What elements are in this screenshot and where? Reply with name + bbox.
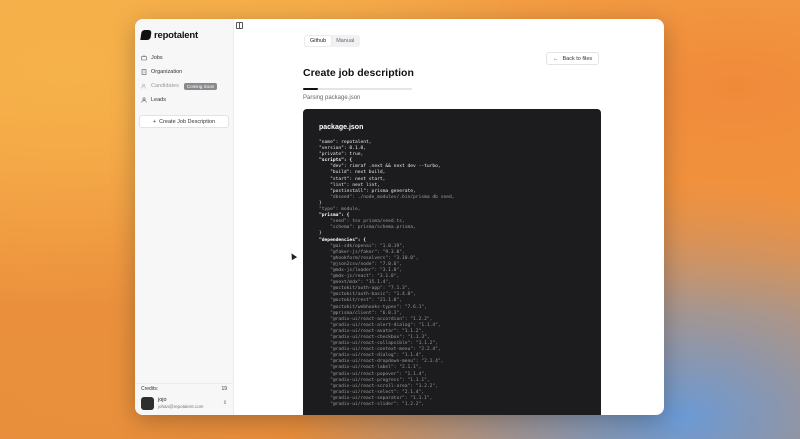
sidebar-item-label: Candidates bbox=[151, 83, 179, 89]
arrow-left-icon: ← bbox=[553, 55, 559, 62]
create-job-description-label: Create Job Description bbox=[159, 118, 216, 125]
sidebar-footer: Credits: 19 jojo johan@repotalent.com ⇕ bbox=[135, 383, 233, 415]
sidebar-item-jobs[interactable]: Jobs bbox=[135, 51, 233, 65]
status-text: Parsing package.json bbox=[303, 95, 361, 101]
progress-fill bbox=[303, 88, 319, 90]
sidebar-item-label: Leads bbox=[151, 97, 166, 103]
main-content: Github Manual ← Back to files Create job… bbox=[234, 19, 664, 415]
coming-soon-badge: Coming Soon bbox=[183, 82, 218, 90]
file-name: package.json bbox=[319, 124, 364, 131]
credits-row: Credits: 19 bbox=[135, 383, 233, 393]
logo-icon bbox=[140, 30, 152, 40]
credits-value: 19 bbox=[221, 385, 227, 392]
logo[interactable]: repotalent bbox=[135, 19, 233, 43]
briefcase-icon bbox=[141, 55, 147, 61]
user-icon bbox=[141, 97, 147, 103]
sidebar-item-candidates: Candidates Coming Soon bbox=[135, 79, 233, 93]
avatar bbox=[141, 396, 154, 410]
progress-bar bbox=[303, 88, 412, 90]
user-email: johan@repotalent.com bbox=[158, 403, 204, 409]
sidebar-item-label: Organization bbox=[151, 69, 183, 75]
app-window: repotalent Jobs Organization Candidates bbox=[135, 19, 664, 415]
source-tabs: Github Manual bbox=[304, 35, 361, 47]
code-viewer[interactable]: package.json "name": repotalent, "version… bbox=[303, 109, 601, 415]
code-line: "@radix-ui/react-slider": "1.2.2", bbox=[319, 402, 425, 408]
create-job-description-button[interactable]: + Create Job Description bbox=[139, 115, 229, 128]
logo-text: repotalent bbox=[154, 29, 198, 41]
sidebar-item-organization[interactable]: Organization bbox=[135, 65, 233, 79]
tab-github[interactable]: Github bbox=[305, 36, 332, 46]
tab-manual[interactable]: Manual bbox=[331, 36, 359, 46]
sidebar-item-leads[interactable]: Leads bbox=[135, 93, 233, 107]
sidebar-nav: Jobs Organization Candidates Coming Soon bbox=[135, 51, 233, 107]
chevron-updown-icon: ⇕ bbox=[222, 400, 227, 406]
sidebar: repotalent Jobs Organization Candidates bbox=[135, 19, 234, 415]
code-lines: "name": repotalent, "version": 0.1.0, "pri… bbox=[319, 140, 585, 408]
credits-label: Credits: bbox=[141, 385, 159, 392]
users-icon bbox=[141, 83, 147, 89]
sidebar-toggle-icon[interactable] bbox=[236, 22, 243, 29]
plus-icon: + bbox=[152, 118, 157, 125]
back-to-files-label: Back to files bbox=[562, 55, 593, 62]
back-to-files-button[interactable]: ← Back to files bbox=[546, 52, 600, 65]
user-menu[interactable]: jojo johan@repotalent.com ⇕ bbox=[135, 393, 233, 415]
user-meta: jojo johan@repotalent.com bbox=[158, 397, 219, 408]
page-title: Create job description bbox=[303, 67, 414, 79]
building-icon bbox=[141, 69, 147, 75]
sidebar-item-label: Jobs bbox=[151, 55, 163, 61]
